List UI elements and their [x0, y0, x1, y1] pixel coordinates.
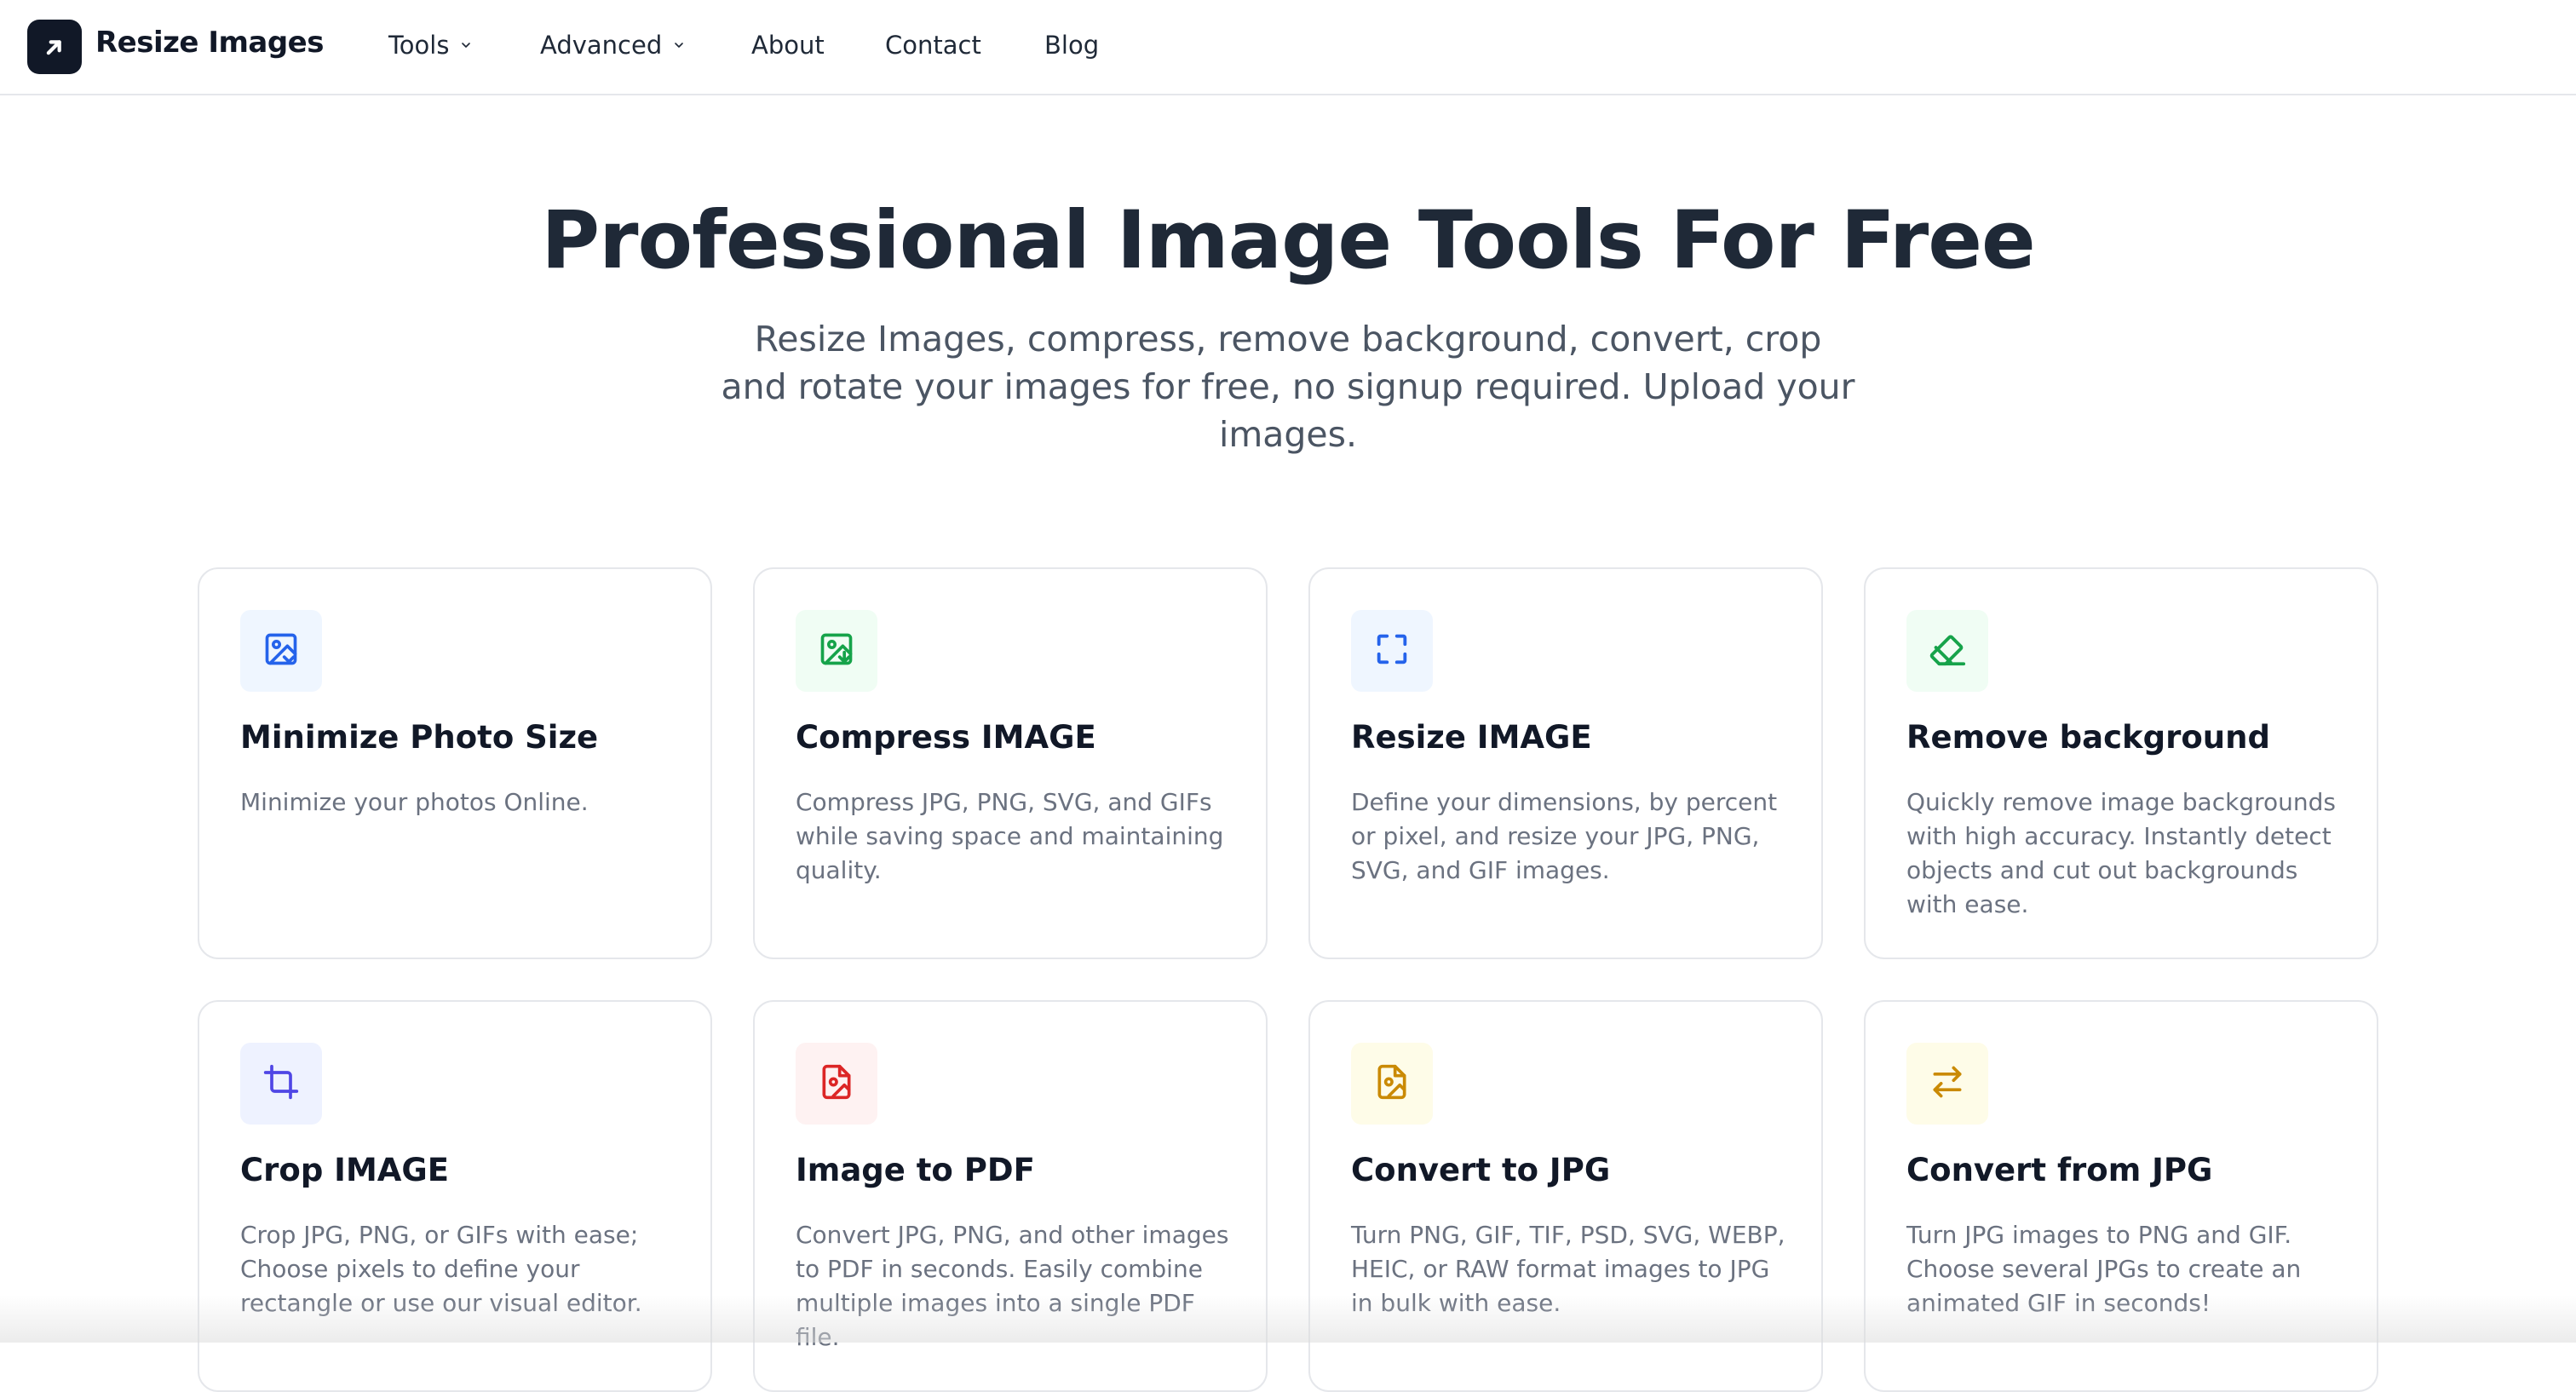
card-description: Minimize your photos Online. — [240, 788, 589, 816]
tool-card-minimize[interactable]: Minimize Photo Size Minimize your photos… — [198, 567, 712, 959]
tool-card-resize[interactable]: Resize IMAGE Define your dimensions, by … — [1308, 567, 1823, 959]
card-description: Compress JPG, PNG, SVG, and GIFs while s… — [796, 788, 1224, 884]
tool-card-convert-to-jpg[interactable]: Convert to JPG Turn PNG, GIF, TIF, PSD, … — [1308, 1000, 1823, 1392]
file-image-pdf-icon — [818, 1063, 855, 1104]
card-title: Resize IMAGE — [1351, 719, 1592, 756]
card-icon-box — [1351, 610, 1433, 692]
tool-card-remove-background[interactable]: Remove background Quickly remove image b… — [1864, 567, 2378, 959]
nav-about[interactable]: About — [751, 31, 825, 60]
nav-tools[interactable]: Tools — [388, 31, 473, 60]
chevron-down-icon — [459, 38, 473, 52]
card-description: Define your dimensions, by percent or pi… — [1351, 788, 1778, 884]
card-icon-box — [1906, 1043, 1988, 1125]
card-description: Turn JPG images to PNG and GIF. Choose s… — [1906, 1221, 2302, 1317]
card-icon-box — [1351, 1043, 1433, 1125]
nav-blog[interactable]: Blog — [1044, 31, 1099, 60]
crop-icon — [262, 1063, 300, 1104]
chevron-down-icon — [672, 38, 686, 52]
card-description: Convert JPG, PNG, and other images to PD… — [796, 1221, 1229, 1351]
file-image-jpg-icon — [1373, 1063, 1411, 1104]
card-description: Turn PNG, GIF, TIF, PSD, SVG, WEBP, HEIC… — [1351, 1221, 1785, 1317]
nav-contact[interactable]: Contact — [885, 31, 981, 60]
card-title: Minimize Photo Size — [240, 719, 599, 756]
site-header: Resize Images Tools Advanced About Conta… — [0, 0, 2576, 95]
nav-contact-label: Contact — [885, 31, 981, 60]
eraser-icon — [1928, 630, 1967, 672]
brand-name[interactable]: Resize Images — [95, 26, 324, 60]
arrows-swap-icon — [1929, 1063, 1966, 1104]
card-description: Crop JPG, PNG, or GIFs with ease; Choose… — [240, 1221, 642, 1317]
card-icon-box — [796, 610, 877, 692]
resize-frame-icon — [1372, 630, 1412, 672]
card-icon-box — [240, 1043, 322, 1125]
card-icon-box — [1906, 610, 1988, 692]
tool-card-convert-from-jpg[interactable]: Convert from JPG Turn JPG images to PNG … — [1864, 1000, 2378, 1392]
page-subtitle: Resize Images, compress, remove backgrou… — [721, 319, 1855, 455]
card-title: Crop IMAGE — [240, 1152, 450, 1188]
card-description: Quickly remove image backgrounds with hi… — [1906, 788, 2336, 918]
card-title: Convert to JPG — [1351, 1152, 1611, 1188]
nav-blog-label: Blog — [1044, 31, 1100, 60]
nav-tools-label: Tools — [388, 31, 450, 60]
nav-about-label: About — [751, 31, 825, 60]
page-title: Professional Image Tools For Free — [541, 194, 2035, 287]
card-title: Remove background — [1906, 719, 2270, 756]
image-minimize-icon — [262, 630, 300, 671]
image-compress-icon — [818, 630, 855, 671]
card-icon-box — [796, 1043, 877, 1125]
tool-card-compress[interactable]: Compress IMAGE Compress JPG, PNG, SVG, a… — [753, 567, 1268, 959]
logo-icon[interactable] — [27, 20, 82, 74]
card-title: Image to PDF — [796, 1152, 1035, 1188]
card-title: Compress IMAGE — [796, 719, 1096, 756]
tool-card-crop[interactable]: Crop IMAGE Crop JPG, PNG, or GIFs with e… — [198, 1000, 712, 1392]
nav-advanced[interactable]: Advanced — [540, 31, 686, 60]
card-icon-box — [240, 610, 322, 692]
card-title: Convert from JPG — [1906, 1152, 2213, 1188]
nav-advanced-label: Advanced — [540, 31, 663, 60]
tool-card-image-to-pdf[interactable]: Image to PDF Convert JPG, PNG, and other… — [753, 1000, 1268, 1392]
